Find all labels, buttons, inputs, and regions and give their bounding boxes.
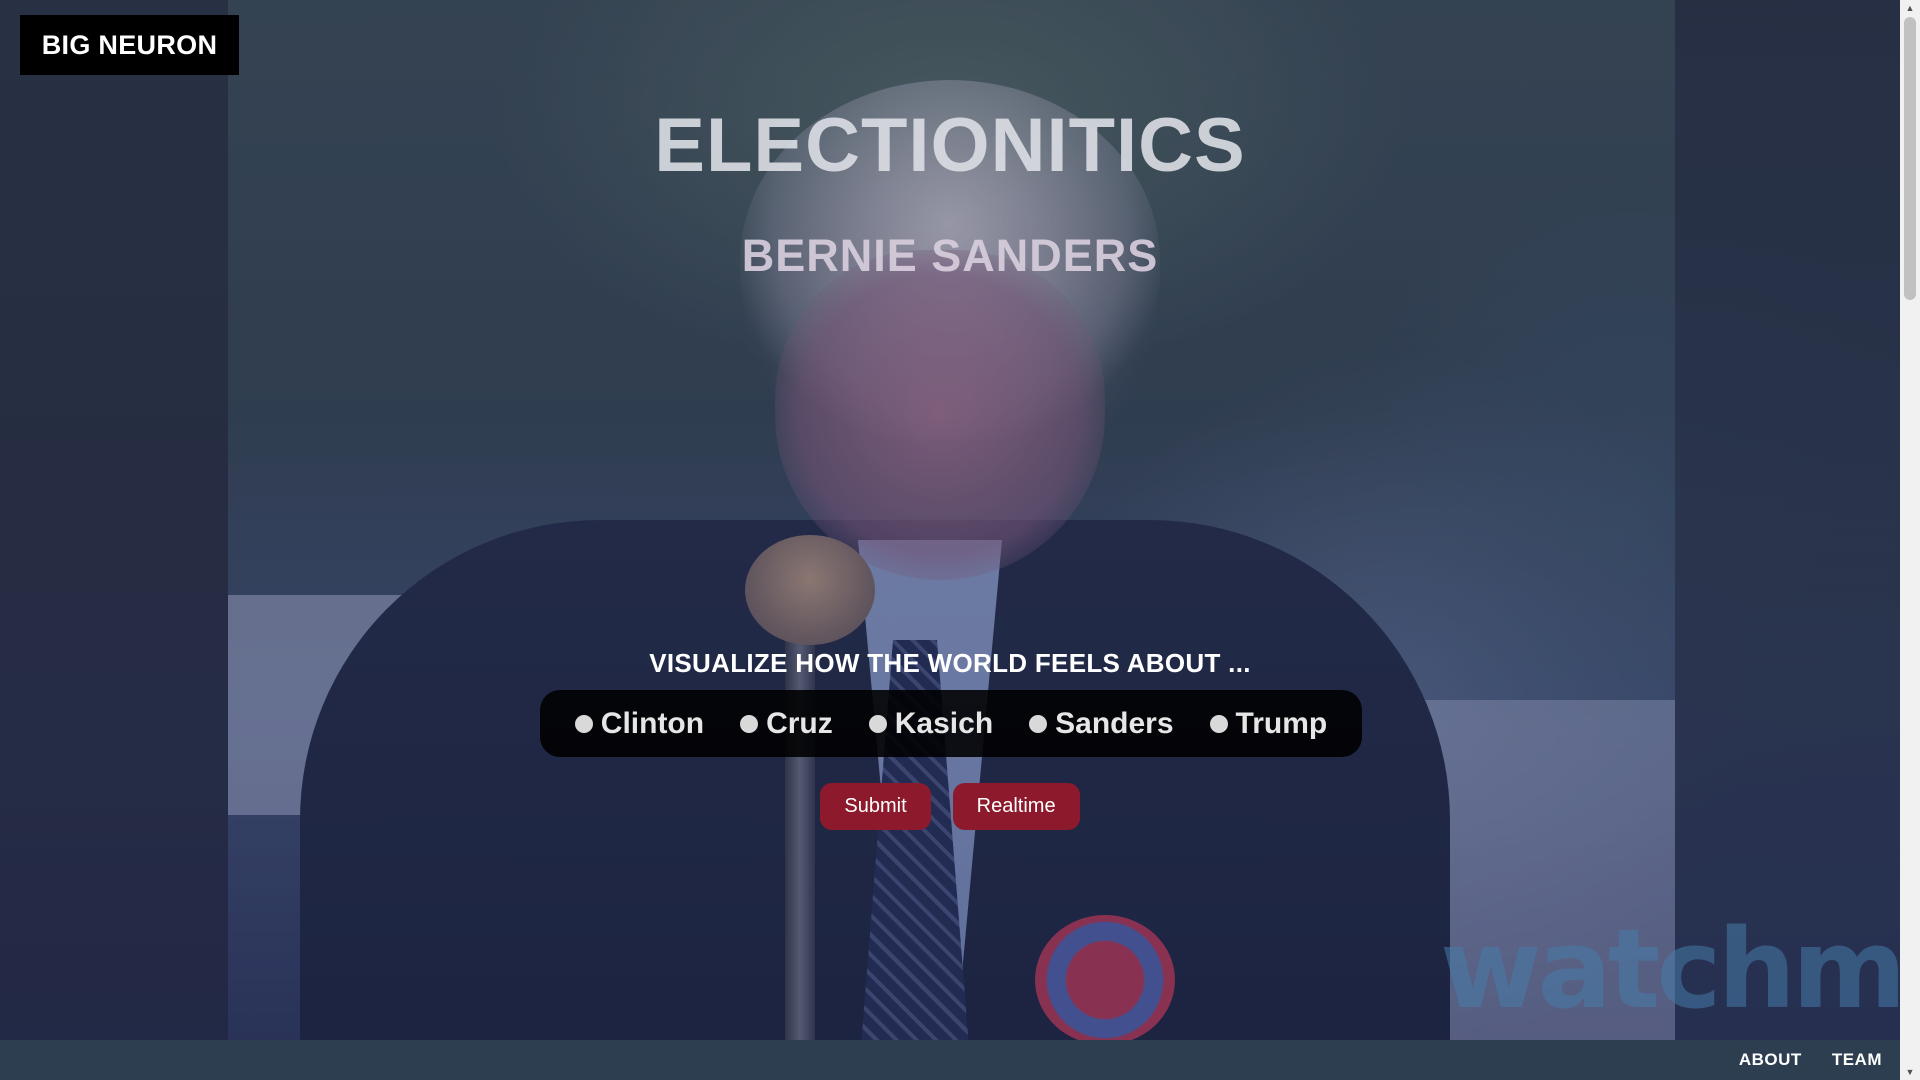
candidate-option-clinton[interactable]: Clinton	[574, 706, 705, 741]
selector-prompt: VISUALIZE HOW THE WORLD FEELS ABOUT ...	[649, 648, 1251, 678]
radio-button[interactable]	[868, 714, 887, 733]
submit-button[interactable]: Submit	[820, 783, 931, 830]
candidate-radio-group: Clinton Cruz Kasich Sanders Trump	[540, 690, 1362, 757]
brand-logo[interactable]: BIG NEURON	[20, 15, 239, 75]
page: watchmojo BIG NEURON ELECTIONITICS BERNI…	[0, 0, 1920, 1080]
action-buttons: Submit Realtime	[0, 783, 1900, 830]
candidate-option-kasich[interactable]: Kasich	[868, 706, 994, 741]
candidate-label: Sanders	[1055, 706, 1174, 740]
candidate-label: Trump	[1235, 706, 1328, 740]
realtime-button[interactable]: Realtime	[952, 783, 1080, 830]
candidate-option-trump[interactable]: Trump	[1209, 706, 1328, 741]
footer-link-team[interactable]: TEAM	[1832, 1050, 1882, 1070]
radio-button[interactable]	[740, 714, 759, 733]
vertical-scrollbar[interactable]: ▲ ▼	[1900, 0, 1920, 1080]
footer-link-about[interactable]: ABOUT	[1739, 1050, 1802, 1070]
radio-button[interactable]	[1209, 714, 1228, 733]
candidate-option-sanders[interactable]: Sanders	[1029, 706, 1174, 741]
candidate-label: Clinton	[600, 706, 705, 740]
scroll-up-arrow-icon[interactable]: ▲	[1900, 0, 1920, 16]
page-title: ELECTIONITICS	[654, 103, 1246, 188]
candidate-label: Kasich	[894, 706, 994, 740]
footer-bar: ABOUT TEAM	[0, 1040, 1900, 1080]
candidate-option-cruz[interactable]: Cruz	[740, 707, 833, 741]
candidate-label: Cruz	[766, 706, 833, 740]
radio-button[interactable]	[1029, 714, 1048, 733]
radio-button[interactable]	[574, 714, 593, 733]
scroll-down-arrow-icon[interactable]: ▼	[1900, 1064, 1920, 1080]
scrollbar-thumb[interactable]	[1904, 17, 1916, 300]
candidate-name: BERNIE SANDERS	[741, 230, 1159, 281]
